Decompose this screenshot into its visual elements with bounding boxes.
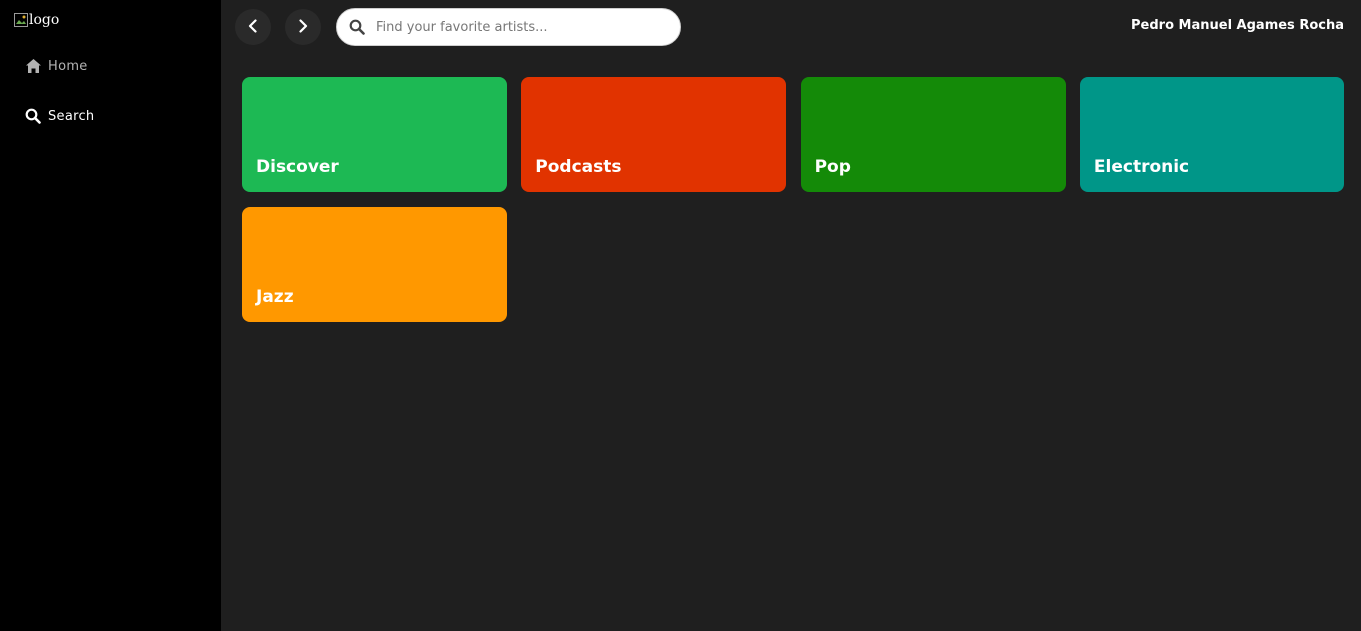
category-grid: Discover Podcasts Pop Electronic Jazz <box>242 77 1344 322</box>
category-card-title: Discover <box>256 157 339 177</box>
sidebar: logo Home Search <box>0 0 221 631</box>
app-root: logo Home Search Find your favorite arti… <box>0 0 1361 631</box>
search-icon <box>348 18 366 36</box>
broken-image-icon <box>14 13 28 27</box>
sidebar-item-search[interactable]: Search <box>24 107 94 125</box>
sidebar-item-label: Search <box>48 108 95 124</box>
search-input[interactable] <box>374 18 668 36</box>
category-card-jazz[interactable]: Jazz <box>242 207 507 322</box>
category-card-title: Pop <box>814 157 851 177</box>
category-card-podcasts[interactable]: Podcasts <box>521 77 787 192</box>
category-card-electronic[interactable]: Electronic <box>1079 77 1344 192</box>
chevron-right-icon <box>297 18 309 37</box>
category-card-pop[interactable]: Pop <box>800 77 1066 192</box>
sidebar-item-label: Home <box>48 58 88 74</box>
search-bar[interactable] <box>336 8 681 46</box>
category-card-title: Jazz <box>256 287 294 307</box>
category-card-title: Podcasts <box>535 157 622 177</box>
back-button[interactable] <box>235 9 271 45</box>
home-icon <box>24 57 42 75</box>
chevron-left-icon <box>247 18 259 37</box>
forward-button[interactable] <box>285 9 321 45</box>
logo[interactable]: logo <box>14 12 59 28</box>
category-card-discover[interactable]: Discover <box>242 77 507 192</box>
category-card-title: Electronic <box>1093 157 1190 177</box>
logo-alt-text: logo <box>29 12 60 28</box>
search-icon <box>24 107 42 125</box>
user-name[interactable]: Pedro Manuel Agames Rocha <box>1131 18 1344 33</box>
sidebar-item-home[interactable]: Home <box>24 57 88 75</box>
